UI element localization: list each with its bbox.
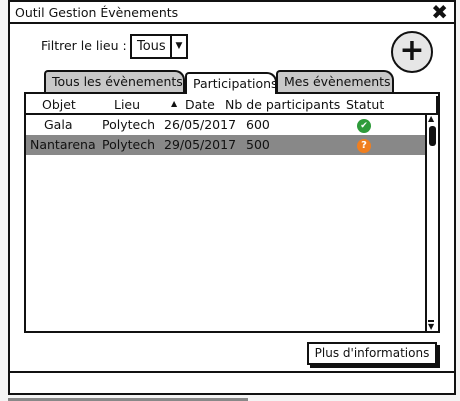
events-table: Objet Lieu ▲ Date Nb de participants Sta… <box>24 92 440 333</box>
tab-tous-les-evenements[interactable]: Tous les évènements <box>44 70 185 92</box>
cell-date: 26/05/2017 <box>164 117 237 132</box>
column-nb-participants[interactable]: Nb de participants <box>225 97 340 112</box>
scroll-thumb[interactable] <box>429 126 436 146</box>
table-header: Objet Lieu ▲ Date Nb de participants Sta… <box>26 96 438 115</box>
tab-mes-evenements[interactable]: Mes évènements <box>276 70 394 92</box>
status-pending-icon: ? <box>357 139 371 153</box>
cell-lieu: Polytech <box>102 117 155 132</box>
column-date[interactable]: Date <box>185 97 215 112</box>
filter-select[interactable]: Tous ▼ <box>130 34 188 59</box>
column-lieu[interactable]: Lieu <box>114 97 140 112</box>
column-statut[interactable]: Statut <box>346 97 384 112</box>
filter-value: Tous <box>137 39 166 54</box>
close-icon[interactable]: ✖ <box>431 0 448 24</box>
cell-objet: Nantarena <box>30 137 96 152</box>
tab-participations[interactable]: Participations <box>185 72 278 94</box>
window-title: Outil Gestion Évènements <box>15 5 179 20</box>
cell-objet: Gala <box>44 117 73 132</box>
cell-nb: 600 <box>246 117 270 132</box>
table-row[interactable]: Gala Polytech 26/05/2017 600 ✔ <box>26 115 426 135</box>
sort-asc-icon: ▲ <box>171 99 178 108</box>
cell-lieu: Polytech <box>102 137 155 152</box>
cell-nb: 500 <box>246 137 270 152</box>
status-confirmed-icon: ✔ <box>357 119 371 133</box>
scroll-down-icon[interactable]: ▼ <box>428 320 435 331</box>
add-event-button[interactable]: + <box>391 31 433 73</box>
cell-date: 29/05/2017 <box>164 137 237 152</box>
more-info-button[interactable]: Plus d'informations <box>307 342 437 365</box>
filter-label: Filtrer le lieu : <box>41 38 127 53</box>
column-objet[interactable]: Objet <box>42 97 76 112</box>
plus-icon: + <box>399 33 425 68</box>
status-bar <box>10 371 454 393</box>
scrollbar[interactable]: ▲ ▼ <box>425 114 438 331</box>
title-bar: Outil Gestion Évènements ✖ <box>10 0 454 24</box>
scroll-up-icon[interactable]: ▲ <box>428 114 434 123</box>
table-row-selected[interactable]: Nantarena Polytech 29/05/2017 500 ? <box>26 135 427 155</box>
chevron-down-icon[interactable]: ▼ <box>170 36 186 57</box>
